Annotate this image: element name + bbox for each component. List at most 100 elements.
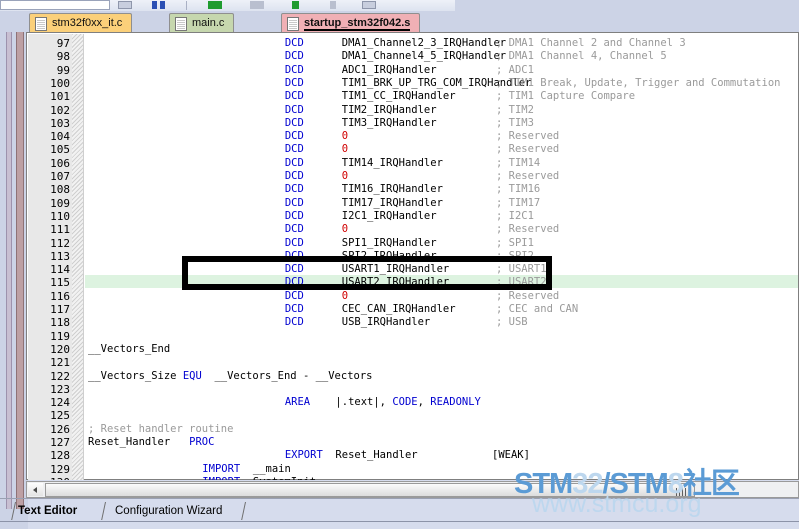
line-number: 118 xyxy=(50,316,70,330)
file-icon xyxy=(175,17,187,31)
code-line[interactable]: 116 DCD 0 ; Reserved xyxy=(28,290,798,303)
code-line[interactable]: 112 DCD SPI1_IRQHandler ; SPI1 xyxy=(28,237,798,250)
toolbar-icon-build[interactable] xyxy=(208,1,222,9)
code-line[interactable]: 126 ; Reset handler routine xyxy=(28,423,798,436)
code-text: DCD TIM2_IRQHandler xyxy=(285,104,437,117)
toolbar-empty-area xyxy=(455,0,799,11)
toolbar-icon-window[interactable] xyxy=(118,1,132,9)
code-token: Reset_Handler xyxy=(88,436,190,448)
code-line[interactable]: 98 DCD DMA1_Channel4_5_IRQHandler; DMA1 C… xyxy=(28,50,798,63)
code-token: 0 xyxy=(341,289,349,302)
line-number: 114 xyxy=(50,263,70,277)
project-panel-strip[interactable] xyxy=(6,32,12,498)
horizontal-scrollbar[interactable] xyxy=(26,481,799,498)
code-text: AREA |.text|, CODE, READONLY xyxy=(285,396,481,409)
toolbar-icon-bookmark-b[interactable] xyxy=(160,1,165,9)
code-text: DCD CEC_CAN_IRQHandler xyxy=(285,303,456,316)
toolbar-icon-misc[interactable] xyxy=(330,1,336,9)
code-line[interactable]: 103 DCD TIM3_IRQHandler ; TIM3 xyxy=(28,117,798,130)
scroll-left-arrow-icon[interactable] xyxy=(28,483,43,496)
code-line[interactable]: 107 DCD 0 ; Reserved xyxy=(28,170,798,183)
code-token: 0 xyxy=(341,130,349,143)
code-line[interactable]: 118 DCD USB_IRQHandler ; USB xyxy=(28,316,798,329)
left-docking-strips xyxy=(0,32,28,498)
code-line[interactable]: 122 __Vectors_Size EQU __Vectors_End - __… xyxy=(28,370,798,383)
toolbar-icon-target[interactable] xyxy=(250,1,264,9)
scrollbar-thumb[interactable] xyxy=(45,483,695,497)
code-line[interactable]: 102 DCD TIM2_IRQHandler ; TIM2 xyxy=(28,104,798,117)
code-comment: ; TIM17 xyxy=(496,196,541,209)
code-line[interactable]: 117 DCD CEC_CAN_IRQHandler ; CEC and CAN xyxy=(28,303,798,316)
code-text: DCD DMA1_Channel4_5_IRQHandler xyxy=(285,50,506,63)
code-line[interactable]: 119 xyxy=(28,330,798,343)
code-comment: ; Reserved xyxy=(496,223,560,236)
code-comment: ; DMA1 Channel 4, Channel 5 xyxy=(496,50,667,63)
code-text: DCD 0 xyxy=(285,170,348,183)
code-line[interactable]: 124 AREA |.text|, CODE, READONLY xyxy=(28,396,798,409)
toolbar-find-combo[interactable] xyxy=(0,0,110,10)
line-number: 120 xyxy=(50,342,70,356)
code-line[interactable]: 125 xyxy=(28,409,798,422)
code-token: __Vectors_End xyxy=(88,342,171,355)
code-token: __Vectors_Size xyxy=(88,369,183,382)
code-line[interactable]: 130 IMPORT SystemInit xyxy=(28,476,798,480)
keil-uvision-editor-window: stm32f0xx_it.c main.c startup_stm32f042.… xyxy=(0,0,799,529)
line-number: 121 xyxy=(50,356,70,370)
code-line[interactable]: 110 DCD I2C1_IRQHandler ; I2C1 xyxy=(28,210,798,223)
code-line[interactable]: 104 DCD 0 ; Reserved xyxy=(28,130,798,143)
code-text: DCD SPI1_IRQHandler xyxy=(285,237,437,250)
code-line[interactable]: 120 __Vectors_End xyxy=(28,343,798,356)
code-token: DCD xyxy=(284,303,304,315)
code-line[interactable]: 127 Reset_Handler PROC xyxy=(28,436,798,449)
tab-slash-1 xyxy=(100,501,112,521)
code-comment: ; TIM14 xyxy=(496,156,541,169)
code-text: DCD TIM17_IRQHandler xyxy=(285,197,443,210)
code-line[interactable]: 109 DCD TIM17_IRQHandler ; TIM17 xyxy=(28,197,798,210)
books-panel-strip[interactable] xyxy=(16,32,24,498)
code-line[interactable]: 123 xyxy=(28,383,798,396)
tab-text-editor[interactable]: Text Editor xyxy=(18,501,77,521)
editor-tab-startup-stm32f042[interactable]: startup_stm32f042.s xyxy=(281,13,421,32)
line-number: 99 xyxy=(56,63,70,77)
toolbar-icon-options[interactable] xyxy=(362,1,376,9)
code-line[interactable]: 97 DCD DMA1_Channel2_3_IRQHandler; DMA1 C… xyxy=(28,37,798,50)
code-line[interactable]: 121 xyxy=(28,356,798,369)
code-line[interactable]: 128 EXPORT Reset_Handler [WEAK] xyxy=(28,449,798,462)
line-number: 119 xyxy=(50,329,70,343)
code-text: __Vectors_Size EQU __Vectors_End - __Vec… xyxy=(88,370,372,383)
code-line[interactable]: 129 IMPORT __main xyxy=(28,463,798,476)
code-line[interactable]: 106 DCD TIM14_IRQHandler ; TIM14 xyxy=(28,157,798,170)
code-line[interactable]: 101 DCD TIM1_CC_IRQHandler ; TIM1 Capture … xyxy=(28,90,798,103)
code-token: DCD xyxy=(284,170,304,182)
code-token: EQU xyxy=(182,369,202,382)
code-line[interactable]: 111 DCD 0 ; Reserved xyxy=(28,223,798,236)
code-token: DCD xyxy=(284,156,304,169)
code-token: __Vectors_End - __Vectors xyxy=(201,369,373,382)
code-token: DCD xyxy=(284,130,304,143)
toolbar-icon-bookmark-a[interactable] xyxy=(152,1,157,9)
editor-tab-main-c[interactable]: main.c xyxy=(169,13,235,32)
code-line[interactable]: 108 DCD TIM16_IRQHandler ; TIM16 xyxy=(28,183,798,196)
code-comment: ; DMA1 Channel 2 and Channel 3 xyxy=(496,37,686,49)
editor-tab-stm32f0xx-it[interactable]: stm32f0xx_it.c xyxy=(29,13,133,32)
toolbar-icon-debug[interactable] xyxy=(292,1,299,9)
code-text: DCD ADC1_IRQHandler xyxy=(285,64,437,77)
code-line[interactable]: 99 DCD ADC1_IRQHandler ; ADC1 xyxy=(28,64,798,77)
code-line[interactable]: 100 DCD TIM1_BRK_UP_TRG_COM_IRQHandler; T… xyxy=(28,77,798,90)
code-token: DCD xyxy=(284,143,304,156)
line-number: 117 xyxy=(50,303,70,316)
line-number: 105 xyxy=(50,143,70,157)
line-number: 113 xyxy=(50,249,70,263)
code-text: DCD 0 xyxy=(285,223,348,236)
tab-configuration-wizard[interactable]: Configuration Wizard xyxy=(115,501,222,521)
code-token: DMA1_Channel2_3_IRQHandler xyxy=(341,37,507,49)
code-token: DCD xyxy=(284,90,304,103)
line-number: 103 xyxy=(50,116,70,130)
code-line[interactable]: 105 DCD 0 ; Reserved xyxy=(28,143,798,156)
line-number: 130 xyxy=(28,476,70,480)
editor-tab-label: startup_stm32f042.s xyxy=(304,17,411,31)
